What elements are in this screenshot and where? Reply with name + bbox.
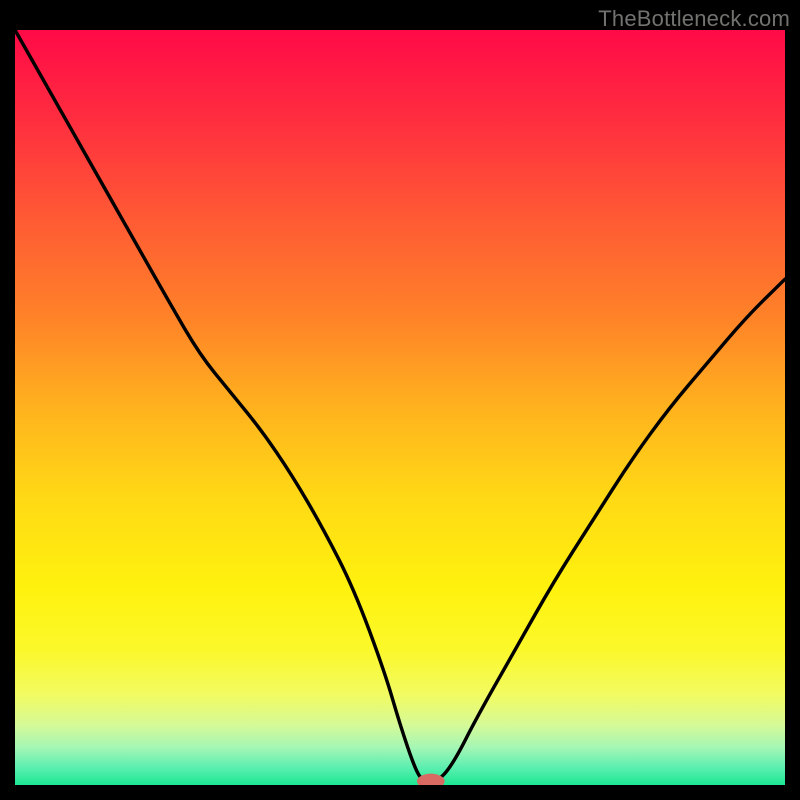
chart-frame: TheBottleneck.com (0, 0, 800, 800)
bottleneck-chart (15, 30, 785, 785)
watermark-text: TheBottleneck.com (598, 6, 790, 32)
